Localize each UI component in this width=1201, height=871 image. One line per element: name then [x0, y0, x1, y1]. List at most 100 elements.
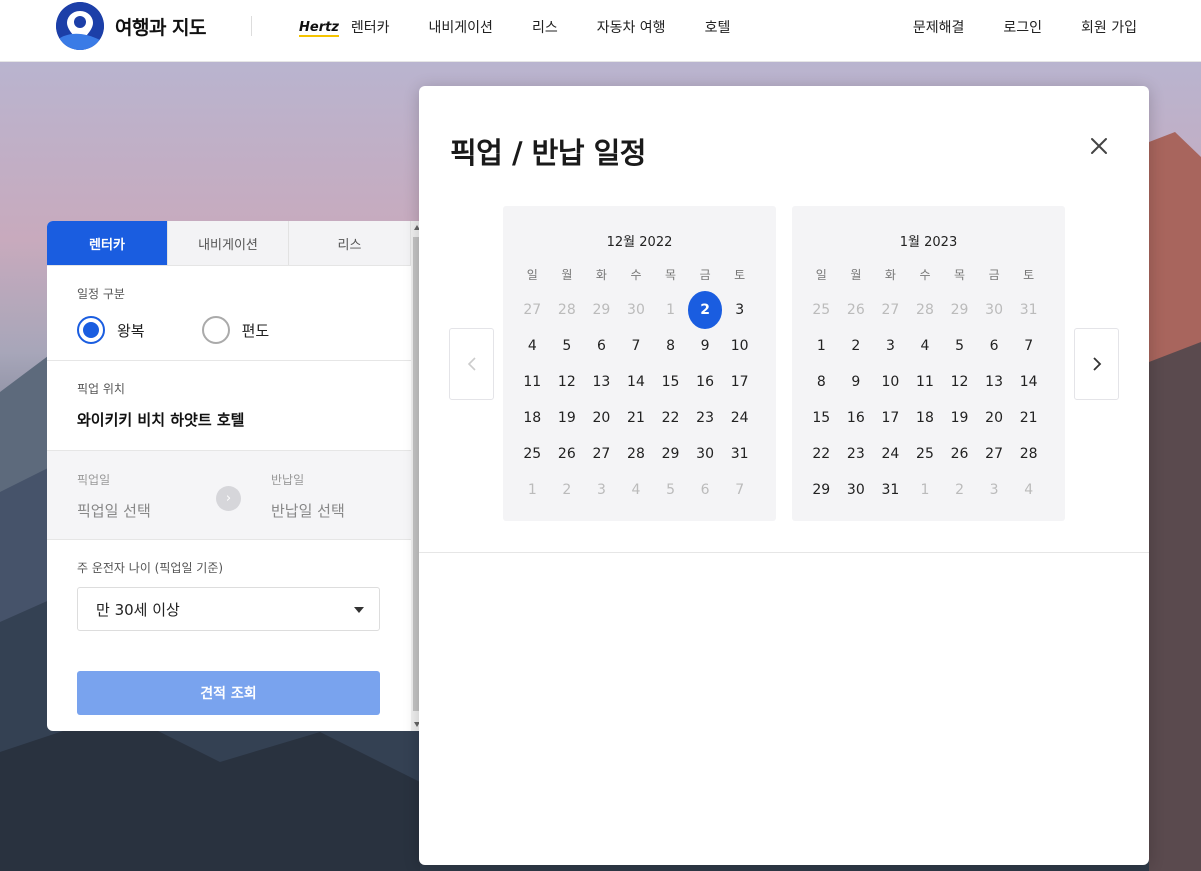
calendar-day-selected[interactable]: 2 — [687, 291, 723, 329]
calendar-day[interactable]: 3 — [873, 328, 908, 364]
calendar-day[interactable]: 14 — [1011, 364, 1046, 400]
tab-lease[interactable]: 리스 — [289, 221, 411, 265]
weekday-label: 금 — [699, 268, 711, 282]
nav-item-hotel[interactable]: 호텔 — [705, 17, 731, 37]
calendar-day[interactable]: 14 — [619, 364, 654, 400]
calendar-day[interactable]: 7 — [1011, 328, 1046, 364]
calendar-day[interactable]: 20 — [584, 400, 619, 436]
caret-down-icon — [354, 607, 364, 613]
calendar-day[interactable]: 29 — [653, 436, 688, 472]
calendar-day[interactable]: 4 — [515, 328, 550, 364]
weekday-label: 화 — [595, 268, 607, 282]
calendar-day[interactable]: 10 — [873, 364, 908, 400]
calendar-day[interactable]: 16 — [839, 400, 874, 436]
calendar-day[interactable]: 13 — [584, 364, 619, 400]
calendar-day[interactable]: 19 — [942, 400, 977, 436]
tab-rentacar[interactable]: 렌터카 — [47, 221, 168, 265]
calendar-day[interactable]: 6 — [977, 328, 1012, 364]
calendar-day[interactable]: 16 — [688, 364, 723, 400]
calendar-day[interactable]: 1 — [804, 328, 839, 364]
return-date-field[interactable]: 반납일 반납일 선택 — [271, 471, 345, 521]
calendar-day: 5 — [666, 482, 675, 498]
tab-navigation[interactable]: 내비게이션 — [168, 221, 289, 265]
next-month-button[interactable] — [1074, 328, 1119, 400]
weekday-row: 일 월 화 수 목 금 토 — [804, 266, 1053, 283]
calendar-day: 2 — [562, 482, 572, 498]
calendar-day: 7 — [735, 482, 745, 498]
calendar-day: 27 — [523, 302, 542, 318]
calendar-day[interactable]: 22 — [653, 400, 688, 436]
calendar-day[interactable]: 23 — [839, 436, 874, 472]
logo[interactable]: 여행과 지도 — [56, 2, 207, 50]
calendar-day[interactable]: 18 — [515, 400, 550, 436]
calendar-day[interactable]: 10 — [722, 328, 757, 364]
login-link[interactable]: 로그인 — [1003, 17, 1042, 37]
calendar-day[interactable]: 12 — [550, 364, 585, 400]
calendar-day[interactable]: 12 — [942, 364, 977, 400]
calendar-day[interactable]: 26 — [942, 436, 977, 472]
calendar-day[interactable]: 4 — [908, 328, 943, 364]
calendar-day[interactable]: 9 — [688, 328, 723, 364]
calendar-day[interactable]: 28 — [1011, 436, 1046, 472]
calendar-day[interactable]: 15 — [804, 400, 839, 436]
prev-month-button[interactable] — [449, 328, 494, 400]
calendar-day[interactable]: 20 — [977, 400, 1012, 436]
calendar-day[interactable]: 17 — [722, 364, 757, 400]
calendar-day[interactable]: 19 — [550, 400, 585, 436]
calendar-day[interactable]: 27 — [977, 436, 1012, 472]
calendar-day: 1 — [527, 482, 537, 498]
calendar-day[interactable]: 3 — [722, 292, 757, 328]
calendar-day[interactable]: 31 — [873, 472, 908, 508]
calendar-day[interactable]: 29 — [804, 472, 839, 508]
calendar-day[interactable]: 31 — [722, 436, 757, 472]
calendar-day: 6 — [700, 482, 710, 498]
calendar-day[interactable]: 21 — [619, 400, 654, 436]
calendar-day[interactable]: 28 — [619, 436, 654, 472]
calendar-day[interactable]: 8 — [804, 364, 839, 400]
help-link[interactable]: 문제해결 — [913, 17, 965, 37]
calendar-day[interactable]: 11 — [515, 364, 550, 400]
calendar-day[interactable]: 24 — [722, 400, 757, 436]
calendar-day[interactable]: 9 — [839, 364, 874, 400]
weekday-label: 토 — [1023, 268, 1035, 282]
nav-item-lease[interactable]: 리스 — [532, 17, 558, 37]
calendar-day[interactable]: 8 — [653, 328, 688, 364]
calendar-day[interactable]: 17 — [873, 400, 908, 436]
logo-pin-icon — [56, 2, 104, 50]
calendar-day[interactable]: 23 — [688, 400, 723, 436]
chevron-right-icon — [1092, 357, 1102, 371]
signup-link[interactable]: 회원 가입 — [1081, 17, 1137, 37]
quote-button[interactable]: 견적 조회 — [77, 671, 380, 715]
pickup-location-section[interactable]: 픽업 위치 와이키키 비치 하얏트 호텔 — [47, 361, 411, 451]
calendar-day[interactable]: 18 — [908, 400, 943, 436]
header-right-links: 문제해결 로그인 회원 가입 — [874, 17, 1137, 37]
nav-item-car-travel[interactable]: 자동차 여행 — [597, 17, 666, 37]
radio-oneway[interactable] — [201, 316, 230, 344]
calendar-day[interactable]: 21 — [1011, 400, 1046, 436]
pickup-date-field[interactable]: 픽업일 픽업일 선택 — [77, 471, 151, 521]
calendar-day[interactable]: 30 — [839, 472, 874, 508]
calendar-day[interactable]: 22 — [804, 436, 839, 472]
calendar-day[interactable]: 11 — [908, 364, 943, 400]
nav-item-navigation[interactable]: 내비게이션 — [429, 17, 493, 37]
calendar-day[interactable]: 7 — [619, 328, 654, 364]
calendar-day[interactable]: 26 — [550, 436, 585, 472]
weekday-label: 금 — [988, 268, 1000, 282]
nav-item-rentacar[interactable]: 렌터카 — [351, 17, 390, 37]
calendar-day[interactable]: 6 — [584, 328, 619, 364]
calendar-day[interactable]: 25 — [908, 436, 943, 472]
calendar-day[interactable]: 5 — [550, 328, 585, 364]
calendar-day[interactable]: 5 — [942, 328, 977, 364]
calendar-day[interactable]: 27 — [584, 436, 619, 472]
radio-roundtrip[interactable] — [77, 316, 105, 344]
driver-age-select[interactable]: 만 30세 이상 — [77, 587, 380, 631]
calendar-day[interactable]: 24 — [873, 436, 908, 472]
calendar-day[interactable]: 15 — [653, 364, 688, 400]
close-icon[interactable] — [1086, 133, 1112, 159]
calendar-day[interactable]: 2 — [839, 328, 874, 364]
calendar-day[interactable]: 30 — [688, 436, 723, 472]
trip-type-label: 일정 구분 — [77, 287, 125, 301]
weekday-label: 수 — [919, 268, 931, 282]
calendar-day[interactable]: 25 — [515, 436, 550, 472]
calendar-day[interactable]: 13 — [977, 364, 1012, 400]
